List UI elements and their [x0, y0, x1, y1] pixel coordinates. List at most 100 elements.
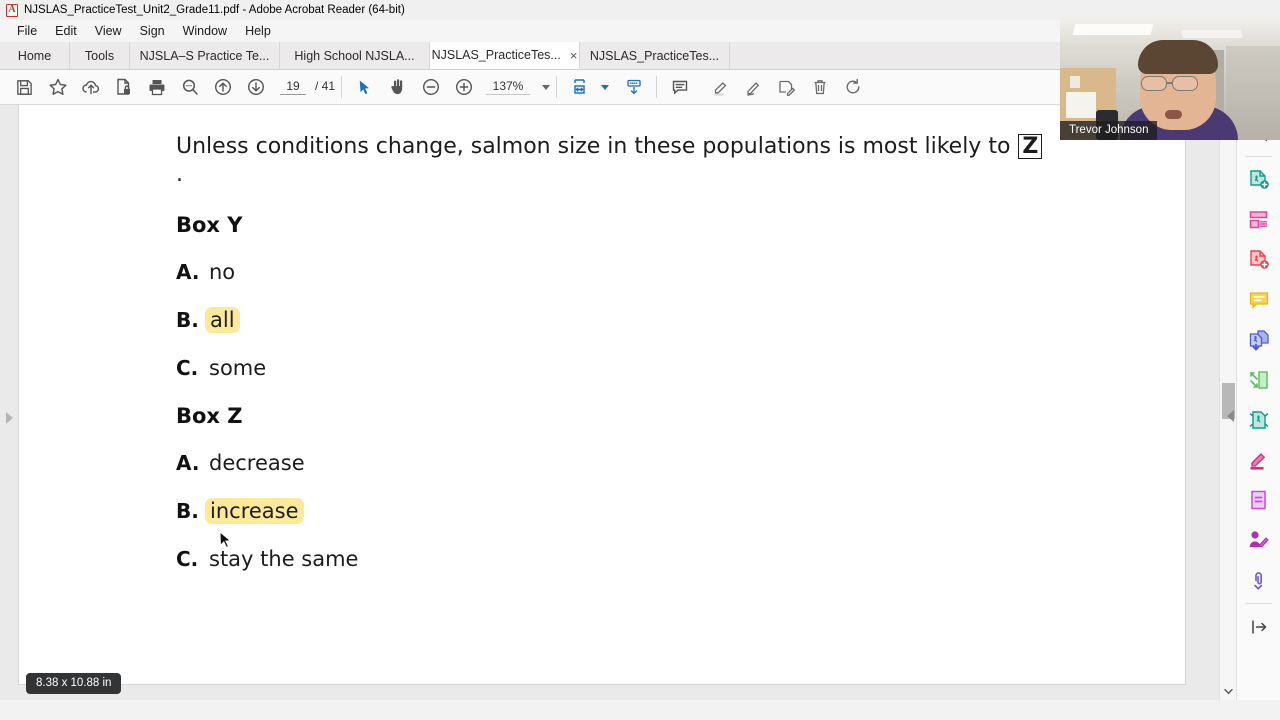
create-pdf-icon[interactable] — [1239, 160, 1279, 200]
menu-view[interactable]: View — [86, 22, 131, 40]
box-z-option-a[interactable]: A. decrease — [176, 451, 1185, 475]
close-icon[interactable]: × — [570, 49, 578, 62]
export-pdf-icon[interactable] — [1239, 240, 1279, 280]
protect-document-icon[interactable] — [107, 71, 140, 104]
menu-file[interactable]: File — [8, 22, 46, 40]
upload-cloud-icon[interactable] — [74, 71, 107, 104]
page-number-input[interactable] — [280, 79, 306, 95]
bottom-bar — [0, 700, 1280, 720]
pdf-page: Unless conditions change, salmon size in… — [18, 105, 1186, 685]
tab-label: NJSLA–S Practice Te... — [139, 48, 270, 63]
option-text-highlighted: increase — [205, 498, 304, 524]
tab-document-4[interactable]: NJSLAS_PracticeTes... — [580, 42, 730, 69]
page-total-label: / 41 — [315, 79, 336, 93]
delete-icon[interactable] — [803, 71, 836, 104]
eyeglass-right — [1172, 76, 1198, 91]
pen-icon[interactable] — [737, 71, 770, 104]
menu-sign[interactable]: Sign — [131, 22, 174, 40]
scroll-mode-icon[interactable] — [617, 71, 650, 104]
expand-left-panel-icon[interactable] — [6, 412, 13, 424]
edit-pdf-icon[interactable] — [1239, 480, 1279, 520]
inline-answer-box-z: Z — [1018, 134, 1043, 160]
hand-tool-icon[interactable] — [381, 71, 414, 104]
tab-document-2[interactable]: High School NJSLA... — [280, 42, 430, 69]
box-z-option-b[interactable]: B. increase — [176, 498, 1185, 524]
menu-help[interactable]: Help — [236, 22, 280, 40]
save-icon[interactable] — [8, 71, 41, 104]
box-y-heading: Box Y — [176, 213, 243, 237]
box-y-option-c[interactable]: C. some — [176, 356, 1185, 380]
tab-label: High School NJSLA... — [294, 48, 415, 63]
option-text-highlighted: all — [205, 307, 240, 333]
previous-page-icon[interactable] — [206, 71, 239, 104]
search-icon[interactable] — [173, 71, 206, 104]
collapse-panel-icon[interactable] — [1239, 607, 1279, 647]
print-icon[interactable] — [140, 71, 173, 104]
tab-label: NJSLAS_PracticeTes... — [431, 48, 561, 62]
menu-edit[interactable]: Edit — [46, 22, 86, 40]
collapse-right-panel-icon[interactable] — [1227, 410, 1234, 422]
toolbar-divider-3 — [656, 76, 658, 98]
sign-icon[interactable] — [770, 71, 803, 104]
paragraph-prefix: Unless conditions change, salmon size in… — [176, 134, 1018, 159]
toolbar-divider-2 — [556, 76, 558, 98]
comment-icon[interactable] — [663, 71, 696, 104]
option-text: stay the same — [209, 547, 359, 571]
option-letter: C. — [176, 356, 199, 380]
comment-tool-icon[interactable] — [1239, 280, 1279, 320]
more-tools-icon[interactable] — [1239, 560, 1279, 600]
tab-home[interactable]: Home — [0, 42, 70, 69]
toolbar-divider — [341, 76, 343, 98]
box-z-option-c[interactable]: C. stay the same — [176, 547, 1185, 571]
organize-pages-icon[interactable] — [1239, 320, 1279, 360]
rotate-icon[interactable] — [836, 71, 869, 104]
next-page-icon[interactable] — [239, 71, 272, 104]
document-viewport[interactable]: Unless conditions change, salmon size in… — [0, 105, 1236, 700]
tab-document-3-active[interactable]: NJSLAS_PracticeTes... × — [430, 42, 580, 69]
box-y-option-a[interactable]: A. no — [176, 260, 1185, 284]
vertical-scrollbar[interactable] — [1219, 105, 1236, 700]
protect-pdf-icon[interactable] — [1239, 400, 1279, 440]
person-mouth — [1165, 110, 1182, 119]
rail-divider — [1245, 156, 1272, 157]
option-text: some — [209, 356, 267, 380]
ceiling-light-2 — [1181, 30, 1243, 38]
page-navigation: / 41 — [280, 79, 335, 95]
participant-name-label: Trevor Johnson — [1060, 121, 1158, 140]
star-icon[interactable] — [41, 71, 74, 104]
fit-page-icon[interactable] — [563, 71, 596, 104]
compress-pdf-icon[interactable] — [1239, 360, 1279, 400]
menu-window[interactable]: Window — [174, 22, 236, 40]
paragraph-suffix: . — [176, 162, 183, 187]
chevron-down-icon[interactable] — [542, 84, 551, 90]
board-paper-1 — [1066, 92, 1096, 118]
tab-document-1[interactable]: NJSLA–S Practice Te... — [130, 42, 280, 69]
webcam-overlay[interactable]: Trevor Johnson — [1060, 16, 1280, 140]
mouse-cursor-icon — [219, 531, 232, 549]
option-text: no — [209, 260, 236, 284]
board-paper-2 — [1070, 76, 1080, 88]
zoom-in-icon[interactable] — [447, 71, 480, 104]
acrobat-reader-window: NJSLAS_PracticeTest_Unit2_Grade11.pdf - … — [0, 0, 1280, 720]
select-cursor-icon[interactable] — [348, 71, 381, 104]
combine-files-icon[interactable] — [1239, 200, 1279, 240]
fill-and-sign-icon[interactable] — [1239, 440, 1279, 480]
zoom-level-value: 137% — [486, 79, 531, 95]
tab-tools[interactable]: Tools — [70, 42, 130, 69]
fit-page-chevron-icon[interactable] — [601, 84, 610, 90]
window-title: NJSLAS_PracticeTest_Unit2_Grade11.pdf - … — [24, 4, 405, 16]
box-y-option-b[interactable]: B. all — [176, 307, 1185, 333]
zoom-control[interactable]: 137% — [486, 79, 551, 95]
option-letter: C. — [176, 547, 199, 571]
acrobat-icon — [6, 3, 18, 17]
rail-divider-2 — [1245, 603, 1272, 604]
option-letter: A. — [176, 451, 200, 475]
option-letter: A. — [176, 260, 200, 284]
option-text: decrease — [209, 451, 305, 475]
eyeglass-bridge — [1167, 82, 1172, 84]
request-signature-icon[interactable] — [1239, 520, 1279, 560]
page-dimensions-tooltip: 8.38 x 10.88 in — [26, 673, 122, 694]
highlighter-icon[interactable] — [704, 71, 737, 104]
zoom-out-icon[interactable] — [414, 71, 447, 104]
scroll-down-icon[interactable] — [1220, 683, 1237, 700]
